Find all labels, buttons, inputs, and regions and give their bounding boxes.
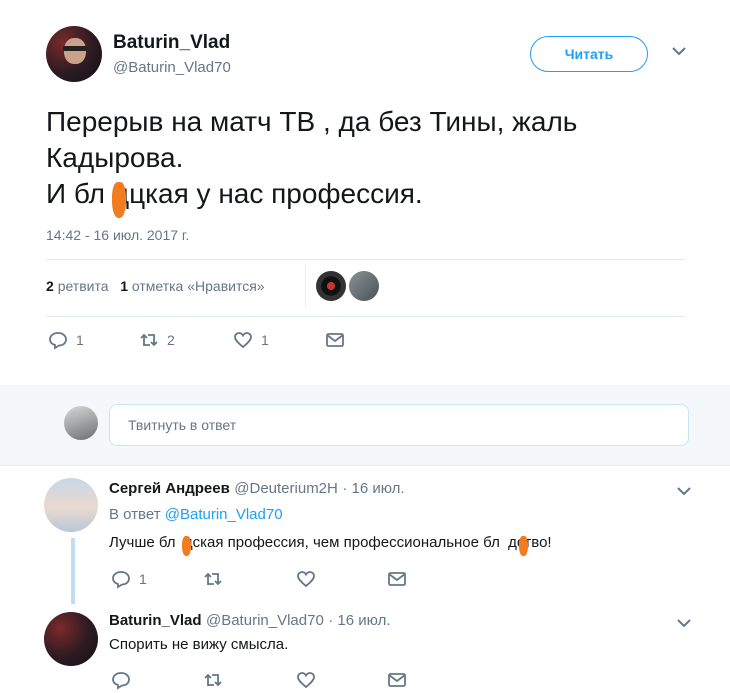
reply-header: Baturin_Vlad @Baturin_Vlad70 · 16 июл. (109, 612, 390, 630)
like-action[interactable] (296, 670, 316, 690)
reply-text: Лучше бл дская профессия, чем профессион… (109, 534, 552, 551)
like-count: 1 (261, 332, 269, 348)
reply-count: 1 (76, 332, 84, 348)
reply-action[interactable] (111, 670, 131, 690)
in-reply-handle[interactable]: @Baturin_Vlad70 (165, 506, 283, 523)
like-action[interactable]: 1 (233, 330, 269, 350)
message-icon (388, 673, 406, 687)
thread-line (71, 538, 75, 604)
chevron-down-icon[interactable] (676, 484, 692, 501)
message-icon (388, 572, 406, 586)
retweets-stat[interactable]: 2 ретвита (46, 278, 109, 294)
chevron-down-icon[interactable] (671, 44, 687, 61)
retweet-action[interactable]: 2 (139, 330, 175, 350)
tweet-timestamp[interactable]: 14:42 - 16 июл. 2017 г. (46, 227, 189, 243)
reply-author-name[interactable]: Сергей Андреев (109, 480, 230, 497)
current-user-avatar[interactable] (64, 406, 98, 440)
censor-blot (182, 536, 191, 556)
liker-avatar[interactable] (316, 271, 346, 301)
censor-blot (112, 182, 126, 218)
likes-stat[interactable]: 1 отметка «Нравится» (120, 278, 264, 294)
like-icon (297, 571, 315, 588)
chevron-down-icon[interactable] (676, 616, 692, 633)
reply-header: Сергей Андреев @Deuterium2H · 16 июл. (109, 480, 405, 498)
reply-date[interactable]: · 16 июл. (328, 612, 390, 629)
reply-action[interactable]: 1 (111, 569, 147, 589)
reply-icon (112, 571, 130, 589)
reply-author-handle[interactable]: @Deuterium2H (234, 480, 338, 497)
reply-author-name[interactable]: Baturin_Vlad (109, 612, 202, 629)
retweet-icon (204, 673, 222, 687)
like-icon (297, 672, 315, 689)
retweet-icon (204, 572, 222, 586)
message-icon (326, 333, 344, 347)
retweet-count: 2 (167, 332, 175, 348)
like-icon (234, 332, 252, 349)
retweet-action[interactable] (203, 569, 223, 589)
reply-icon (112, 672, 130, 690)
author-avatar[interactable] (46, 26, 102, 82)
author-name[interactable]: Baturin_Vlad (113, 32, 230, 54)
message-action[interactable] (325, 330, 345, 350)
author-handle[interactable]: @Baturin_Vlad70 (113, 59, 231, 76)
reply-icon (49, 332, 67, 350)
in-reply-to: В ответ @Baturin_Vlad70 (109, 506, 283, 523)
retweeter-avatar[interactable] (349, 271, 379, 301)
reply-input[interactable]: Твитнуть в ответ (109, 404, 689, 446)
retweet-icon (140, 333, 158, 347)
tweet-stats: 2 ретвита 1 отметка «Нравится» (46, 278, 265, 294)
message-action[interactable] (387, 569, 407, 589)
reply-text: Спорить не вижу смысла. (109, 636, 289, 653)
reply-action[interactable]: 1 (48, 330, 84, 350)
follow-button[interactable]: Читать (530, 36, 648, 72)
reply-avatar[interactable] (44, 478, 98, 532)
censor-blot (519, 536, 528, 556)
reply-count: 1 (139, 571, 147, 587)
like-action[interactable] (296, 569, 316, 589)
retweet-action[interactable] (203, 670, 223, 690)
reply-author-handle[interactable]: @Baturin_Vlad70 (206, 612, 324, 629)
message-action[interactable] (387, 670, 407, 690)
reply-avatar[interactable] (44, 612, 98, 666)
reply-date[interactable]: · 16 июл. (342, 480, 404, 497)
